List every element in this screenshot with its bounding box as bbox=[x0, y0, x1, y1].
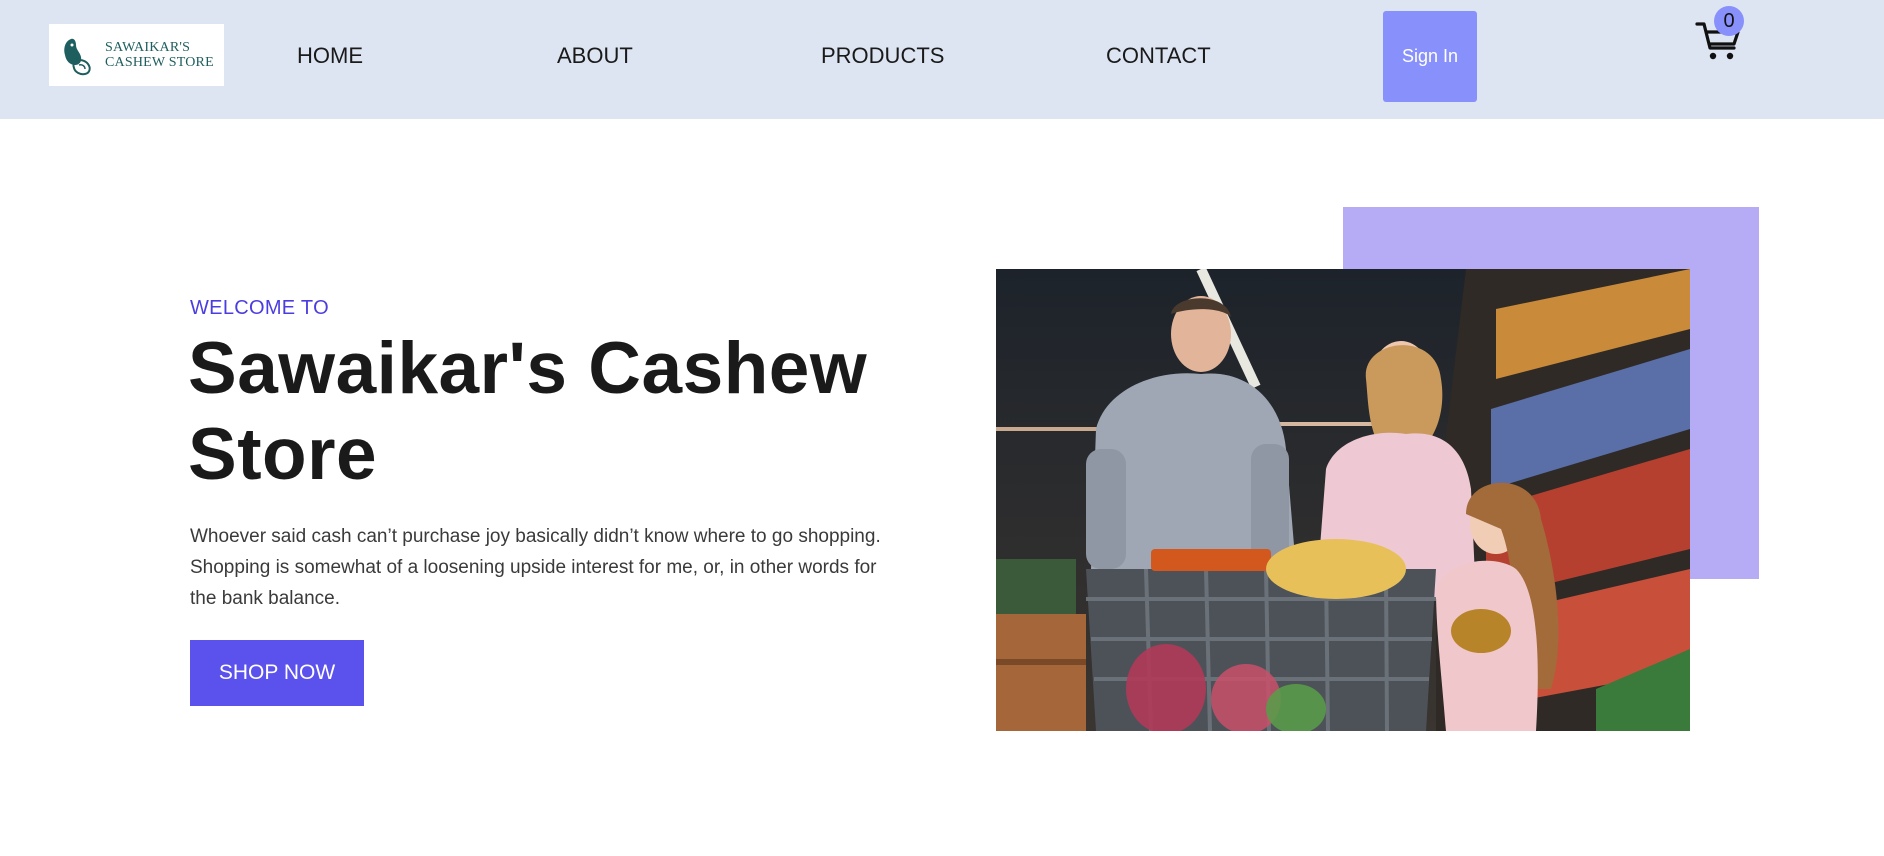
nav-products[interactable]: PRODUCTS bbox=[821, 43, 944, 69]
store-logo[interactable]: SAWAIKAR'S CASHEW STORE bbox=[49, 24, 224, 86]
hero-title: Sawaikar's Cashew Store bbox=[188, 328, 868, 495]
nav-about[interactable]: ABOUT bbox=[557, 43, 633, 69]
nav-contact[interactable]: CONTACT bbox=[1106, 43, 1211, 69]
logo-line-2: CASHEW STORE bbox=[105, 55, 214, 70]
logo-line-1: SAWAIKAR'S bbox=[105, 40, 191, 55]
logo-wordmark: SAWAIKAR'S CASHEW STORE bbox=[105, 40, 214, 70]
nav-home[interactable]: HOME bbox=[297, 43, 363, 69]
hero-description: Whoever said cash can’t purchase joy bas… bbox=[190, 526, 881, 609]
top-navbar: SAWAIKAR'S CASHEW STORE HOME ABOUT PRODU… bbox=[0, 0, 1884, 119]
cashew-logo-icon bbox=[64, 38, 91, 76]
hero-photo bbox=[996, 269, 1690, 731]
hero-kicker: WELCOME TO bbox=[190, 297, 329, 319]
cart-count-badge: 0 bbox=[1714, 6, 1744, 36]
family-grocery-shopping-photo bbox=[996, 269, 1690, 731]
shop-now-button[interactable]: SHOP NOW bbox=[190, 640, 364, 706]
sign-in-button[interactable]: Sign In bbox=[1383, 11, 1477, 102]
